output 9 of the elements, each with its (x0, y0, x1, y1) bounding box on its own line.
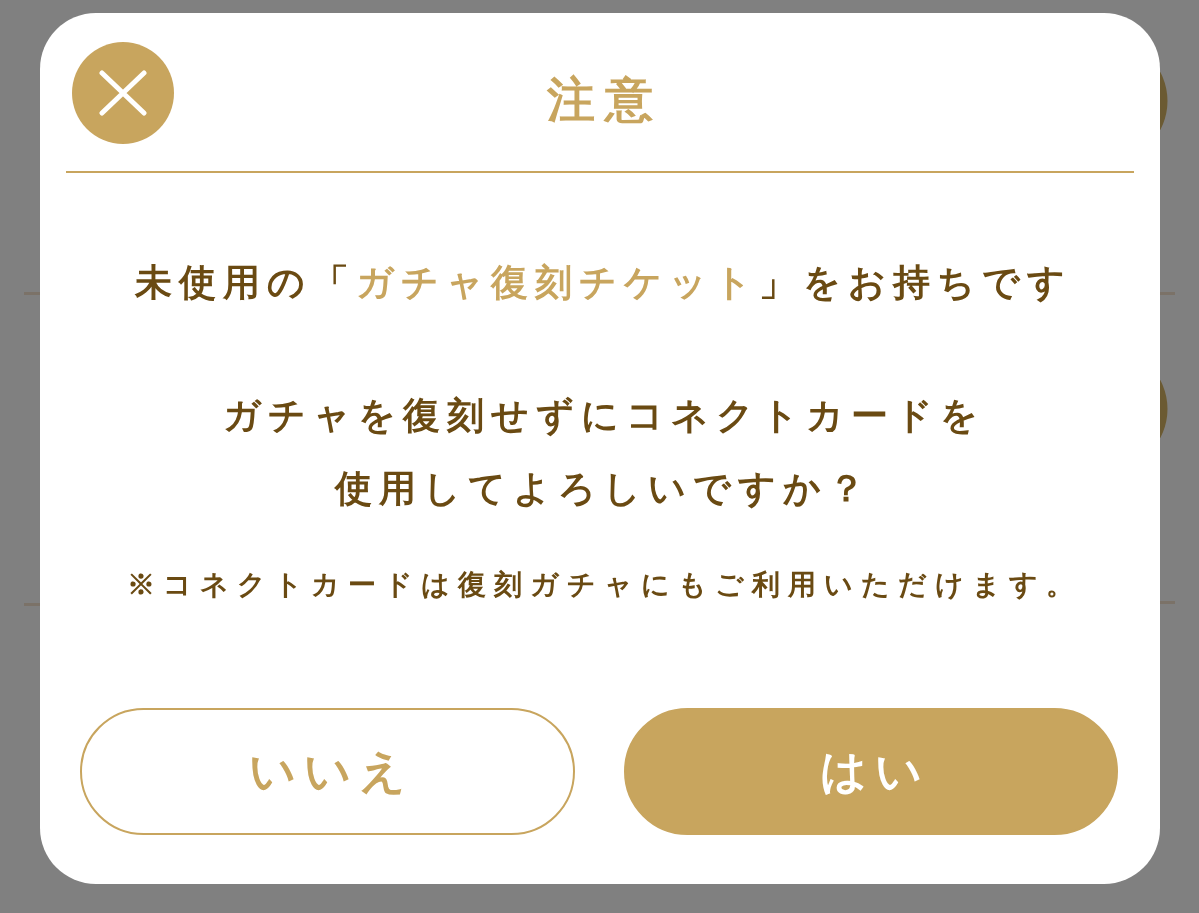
close-icon (99, 70, 147, 116)
note-text: ※コネクトカードは復刻ガチャにもご利用いただけます。 (125, 568, 1082, 602)
question-text: ガチャを復刻せずにコネクトカードを 使用してよろしいですか？ (221, 394, 985, 511)
circle-edge-icon (1160, 72, 1168, 130)
message-text: 未使用の「ガチャ復刻チケット」をお持ちです (134, 261, 1072, 305)
confirm-button[interactable]: はい (623, 708, 1118, 835)
dialog-title: 注意 (546, 72, 663, 128)
cancel-button[interactable]: いいえ (80, 708, 575, 835)
circle-edge-icon (1160, 380, 1168, 438)
